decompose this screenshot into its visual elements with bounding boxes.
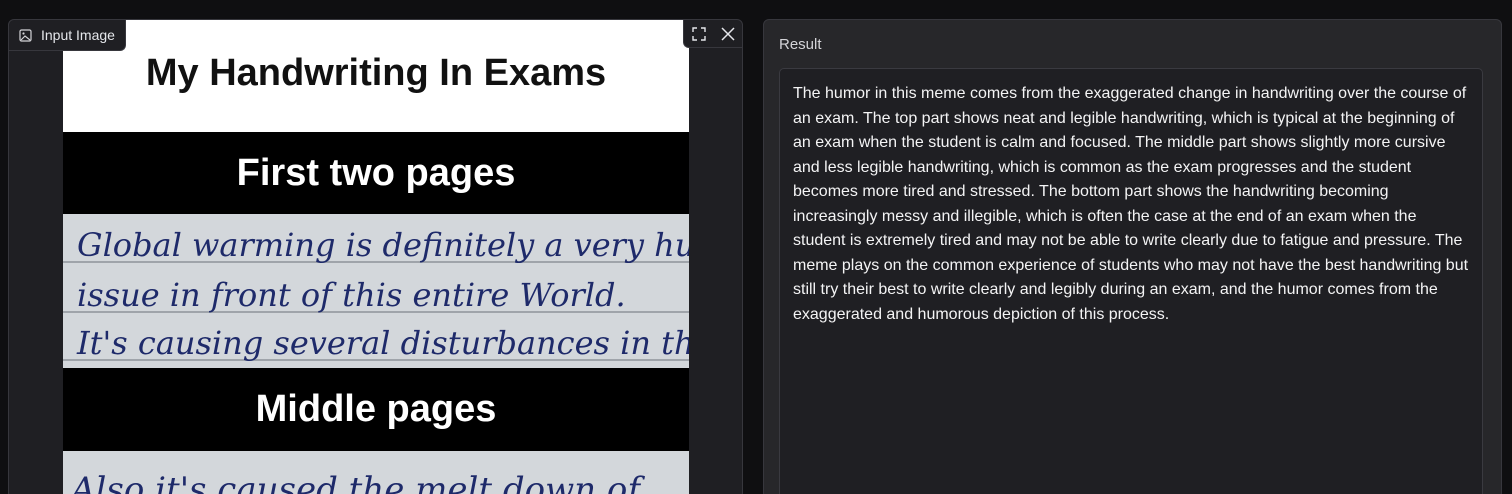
meme-image: My Handwriting In Exams First two pages …: [63, 20, 689, 494]
input-image-label: Input Image: [9, 20, 126, 51]
handwriting-line: Global warming is definitely a very huge: [77, 226, 689, 264]
handwriting-line: It's causing several disturbances in the: [76, 324, 689, 362]
image-toolbar: [683, 20, 742, 48]
meme-title: My Handwriting In Exams: [145, 51, 607, 94]
meme-section-first-pages: First two pages: [63, 132, 689, 214]
handwriting-sample-neat: Global warming is definitely a very huge…: [63, 214, 689, 368]
handwriting-line: issue in front of this entire World.: [77, 276, 626, 314]
image-icon: [19, 28, 32, 42]
close-icon[interactable]: [713, 20, 742, 48]
handwriting-sample-messy: Also it's caused the melt down of: [63, 451, 689, 494]
meme-section-middle-pages: Middle pages: [63, 368, 689, 451]
result-textbox[interactable]: The humor in this meme comes from the ex…: [779, 68, 1483, 494]
handwriting-line: Also it's caused the melt down of: [68, 470, 645, 494]
result-panel: Result The humor in this meme comes from…: [763, 19, 1502, 494]
fullscreen-icon[interactable]: [684, 20, 713, 48]
input-image-label-text: Input Image: [41, 27, 115, 43]
result-label: Result: [779, 36, 822, 53]
input-image-panel: Input Image My Handwriting In Exams Firs…: [8, 19, 743, 494]
